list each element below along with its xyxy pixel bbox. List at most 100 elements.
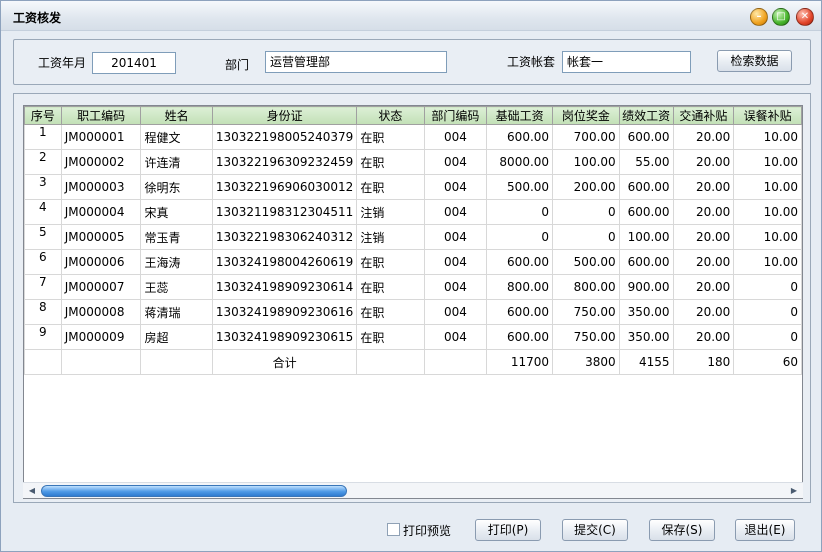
cell-col-employee-code[interactable]: JM000005 (60, 224, 142, 250)
cell-col-performance[interactable]: 900.00 (618, 274, 674, 300)
table-row[interactable]: 7 JM000007 王蕊 130324198909230614 在职 004 800.00… (24, 274, 802, 300)
cell-col-index[interactable]: 5 (24, 224, 62, 250)
save-button[interactable]: 保存(S) (649, 519, 715, 541)
cell-col-base-salary[interactable]: 500.00 (486, 174, 554, 200)
cell-col-post-bonus[interactable]: 800.00 (552, 274, 620, 300)
cell-col-index[interactable]: 7 (24, 274, 62, 300)
cell-col-id-card[interactable]: 130324198909230615 (211, 324, 358, 350)
cell-col-base-salary[interactable]: 800.00 (486, 274, 554, 300)
cell-col-meal[interactable]: 10.00 (733, 174, 802, 200)
minimize-icon[interactable]: – (750, 8, 768, 26)
cell-col-base-salary[interactable]: 600.00 (486, 324, 554, 350)
cell-col-name[interactable]: 许连清 (140, 149, 213, 175)
table-row[interactable]: 1 JM000001 程健文 130322198005240379 在职 004 600.0… (24, 124, 802, 150)
salary-grid[interactable]: 序号 职工编码 姓名 身份证 状态 部门编码 基础工资 岗位奖金 绩效工资 交通补贴 误餐补贴 1 J… (23, 105, 803, 499)
cell-col-post-bonus[interactable]: 200.00 (552, 174, 620, 200)
cell-col-base-salary[interactable]: 0 (486, 199, 554, 225)
header-col-performance[interactable]: 绩效工资 (618, 106, 674, 125)
table-row[interactable]: 2 JM000002 许连清 130322196309232459 在职 004 8000.… (24, 149, 802, 175)
cell-col-dept-code[interactable]: 004 (423, 299, 488, 325)
cell-col-base-salary[interactable]: 0 (486, 224, 554, 250)
cell-col-index[interactable]: 1 (24, 124, 62, 150)
cell-col-transport[interactable]: 20.00 (672, 199, 735, 225)
header-col-post-bonus[interactable]: 岗位奖金 (552, 106, 620, 125)
cell-col-performance[interactable]: 600.00 (618, 174, 674, 200)
cell-col-index[interactable]: 8 (24, 299, 62, 325)
cell-col-status[interactable]: 注销 (356, 199, 425, 225)
cell-col-post-bonus[interactable]: 0 (552, 199, 620, 225)
cell-col-name[interactable]: 王蕊 (140, 274, 213, 300)
cell-col-post-bonus[interactable]: 750.00 (552, 324, 620, 350)
cell-col-name[interactable]: 王海涛 (140, 249, 213, 275)
cell-col-meal[interactable]: 0 (733, 324, 802, 350)
header-col-meal[interactable]: 误餐补贴 (733, 106, 802, 125)
cell-col-id-card[interactable]: 130322198005240379 (211, 124, 358, 150)
dept-input[interactable]: 运营管理部 (265, 51, 447, 73)
cell-col-transport[interactable]: 20.00 (672, 174, 735, 200)
cell-col-base-salary[interactable]: 600.00 (486, 299, 554, 325)
cell-col-id-card[interactable]: 130324198909230614 (211, 274, 358, 300)
cell-col-transport[interactable]: 20.00 (672, 249, 735, 275)
cell-col-meal[interactable]: 0 (733, 274, 802, 300)
cell-col-meal[interactable]: 0 (733, 299, 802, 325)
cell-col-index[interactable]: 9 (24, 324, 62, 350)
cell-col-meal[interactable]: 10.00 (733, 249, 802, 275)
cell-col-name[interactable]: 宋真 (140, 199, 213, 225)
header-col-dept-code[interactable]: 部门编码 (423, 106, 488, 125)
header-col-name[interactable]: 姓名 (140, 106, 213, 125)
cell-col-status[interactable]: 注销 (356, 224, 425, 250)
cell-col-post-bonus[interactable]: 100.00 (552, 149, 620, 175)
account-input[interactable]: 帐套一 (562, 51, 691, 73)
cell-col-base-salary[interactable]: 600.00 (486, 249, 554, 275)
cell-col-performance[interactable]: 350.00 (618, 299, 674, 325)
cell-col-status[interactable]: 在职 (356, 124, 425, 150)
cell-col-meal[interactable]: 10.00 (733, 224, 802, 250)
cell-col-employee-code[interactable]: JM000008 (60, 299, 142, 325)
table-row[interactable]: 6 JM000006 王海涛 130324198004260619 在职 004 600.0… (24, 249, 802, 275)
scrollbar-thumb[interactable] (41, 485, 347, 497)
header-col-index[interactable]: 序号 (24, 106, 62, 125)
cell-col-name[interactable]: 常玉青 (140, 224, 213, 250)
header-col-base-salary[interactable]: 基础工资 (486, 106, 554, 125)
cell-col-meal[interactable]: 10.00 (733, 149, 802, 175)
header-col-status[interactable]: 状态 (356, 106, 425, 125)
cell-col-dept-code[interactable]: 004 (423, 149, 488, 175)
cell-col-index[interactable]: 2 (24, 149, 62, 175)
cell-col-transport[interactable]: 20.00 (672, 274, 735, 300)
cell-col-dept-code[interactable]: 004 (423, 224, 488, 250)
cell-col-transport[interactable]: 20.00 (672, 324, 735, 350)
cell-col-post-bonus[interactable]: 0 (552, 224, 620, 250)
cell-col-base-salary[interactable]: 600.00 (486, 124, 554, 150)
cell-col-name[interactable]: 徐明东 (140, 174, 213, 200)
print-preview-checkbox[interactable] (387, 523, 400, 536)
table-row[interactable]: 9 JM000009 房超 130324198909230615 在职 004 600.00… (24, 324, 802, 350)
cell-col-status[interactable]: 在职 (356, 249, 425, 275)
cell-col-dept-code[interactable]: 004 (423, 324, 488, 350)
cell-col-index[interactable]: 6 (24, 249, 62, 275)
cell-col-name[interactable]: 蒋清瑞 (140, 299, 213, 325)
table-row[interactable]: 3 JM000003 徐明东 130322196906030012 在职 004 500.0… (24, 174, 802, 200)
cell-col-name[interactable]: 房超 (140, 324, 213, 350)
cell-col-status[interactable]: 在职 (356, 174, 425, 200)
cell-col-employee-code[interactable]: JM000009 (60, 324, 142, 350)
horizontal-scrollbar[interactable]: ◀ ▶ (23, 482, 803, 498)
header-col-employee-code[interactable]: 职工编码 (60, 106, 142, 125)
cell-col-base-salary[interactable]: 8000.00 (486, 149, 554, 175)
cell-col-id-card[interactable]: 130322198306240312 (211, 224, 358, 250)
cell-col-status[interactable]: 在职 (356, 274, 425, 300)
cell-col-index[interactable]: 3 (24, 174, 62, 200)
cell-col-post-bonus[interactable]: 500.00 (552, 249, 620, 275)
cell-col-status[interactable]: 在职 (356, 299, 425, 325)
table-row[interactable]: 8 JM000008 蒋清瑞 130324198909230616 在职 004 600.0… (24, 299, 802, 325)
cell-col-name[interactable]: 程健文 (140, 124, 213, 150)
cell-col-employee-code[interactable]: JM000004 (60, 199, 142, 225)
print-button[interactable]: 打印(P) (475, 519, 541, 541)
cell-col-id-card[interactable]: 130324198004260619 (211, 249, 358, 275)
header-col-id-card[interactable]: 身份证 (211, 106, 358, 125)
cell-col-employee-code[interactable]: JM000006 (60, 249, 142, 275)
cell-col-id-card[interactable]: 130322196906030012 (211, 174, 358, 200)
cell-col-transport[interactable]: 20.00 (672, 149, 735, 175)
header-col-transport[interactable]: 交通补贴 (672, 106, 735, 125)
cell-col-dept-code[interactable]: 004 (423, 274, 488, 300)
search-data-button[interactable]: 检索数据 (717, 50, 792, 72)
